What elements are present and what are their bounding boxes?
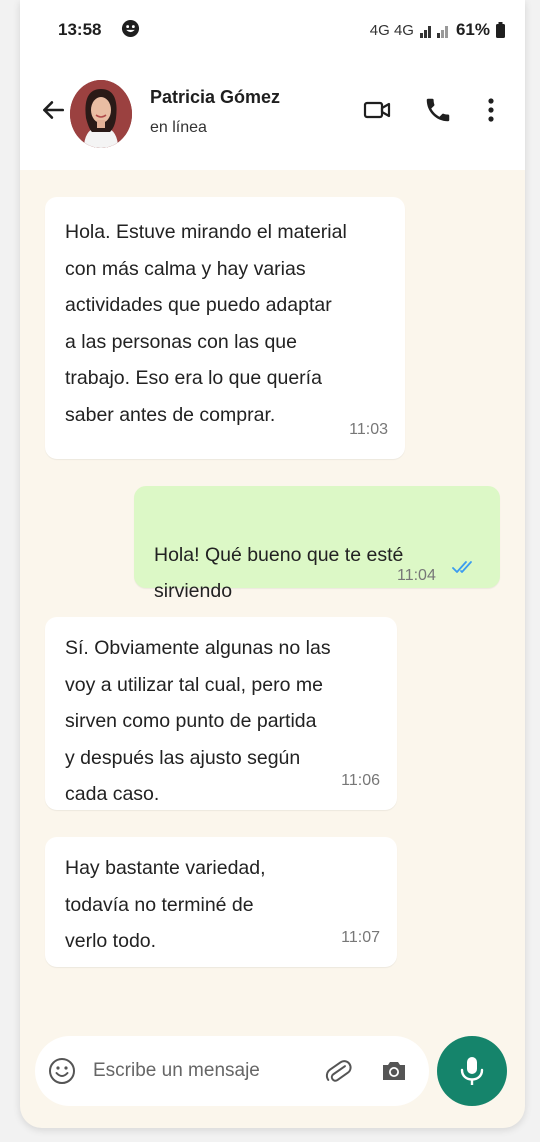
status-time: 13:58 xyxy=(58,20,102,39)
camera-icon[interactable] xyxy=(380,1057,408,1085)
status-right: 4G 4G 61% xyxy=(370,20,505,40)
read-double-check-icon xyxy=(452,561,472,573)
message-incoming[interactable]: Hola. Estuve mirando el material con más… xyxy=(45,197,405,459)
message-text: Hola! Qué bueno que te esté sirviendo xyxy=(154,543,404,603)
message-text: Hay bastante variedad, todavía no termin… xyxy=(65,857,266,952)
voice-record-button[interactable] xyxy=(437,1036,507,1106)
more-options-icon[interactable] xyxy=(476,95,506,125)
video-call-icon[interactable] xyxy=(362,95,392,125)
attach-icon[interactable] xyxy=(323,1056,353,1086)
message-time: 11:03 xyxy=(349,420,388,438)
message-time: 11:07 xyxy=(341,928,380,946)
battery-icon xyxy=(496,22,505,38)
avatar-photo xyxy=(70,80,132,148)
emoji-icon[interactable] xyxy=(47,1056,77,1086)
message-outgoing[interactable]: Hola! Qué bueno que te esté sirviendo 🙂 … xyxy=(134,486,500,639)
message-incoming[interactable]: Hay bastante variedad, todavía no termin… xyxy=(45,837,397,967)
message-text: Sí. Obviamente algunas no las voy a util… xyxy=(65,637,331,805)
message-composer[interactable]: Escribe un mensaje xyxy=(35,1036,429,1106)
message-time: 11:06 xyxy=(341,771,380,789)
message-incoming[interactable]: Sí. Obviamente algunas no las voy a util… xyxy=(45,617,397,810)
battery-percent: 61% xyxy=(455,20,490,39)
phone-icon[interactable] xyxy=(423,95,453,125)
status-bar: 13:58 4G 4G 61% xyxy=(20,0,525,60)
avatar[interactable] xyxy=(70,80,132,148)
signal-icon xyxy=(419,26,448,38)
contact-status: en línea xyxy=(150,119,207,136)
phone-screen: 13:58 4G 4G 61% Patricia Gómez en línea … xyxy=(20,0,525,1128)
message-time: 11:04 xyxy=(397,567,436,584)
message-input[interactable]: Escribe un mensaje xyxy=(93,1060,260,1082)
microphone-icon xyxy=(460,1057,484,1085)
message-text: Hola. Estuve mirando el material con más… xyxy=(65,221,347,426)
network-type: 4G 4G xyxy=(369,21,414,39)
chat-area[interactable]: Hola. Estuve mirando el material con más… xyxy=(20,170,525,1128)
back-arrow-icon[interactable] xyxy=(40,97,66,123)
notification-face-icon xyxy=(121,19,140,38)
chat-header: Patricia Gómez en línea xyxy=(20,60,525,170)
contact-name[interactable]: Patricia Gómez xyxy=(150,87,280,108)
